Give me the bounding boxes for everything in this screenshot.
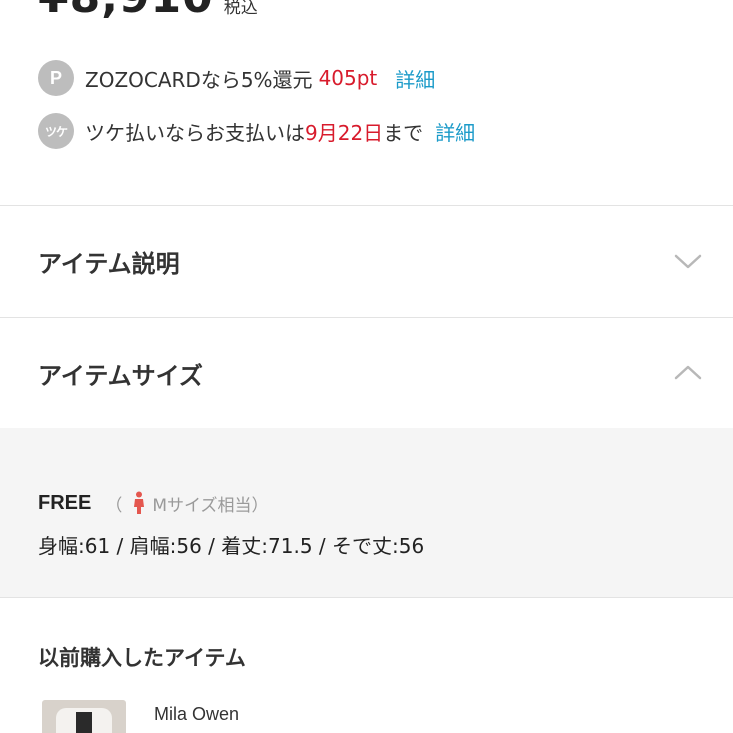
size-name: FREE — [38, 491, 92, 514]
size-equivalent: （ Mサイズ相当 ） — [105, 491, 269, 516]
accordion-title: アイテム説明 — [38, 249, 180, 278]
tax-label: 税込 — [223, 0, 258, 18]
accordion-item-description[interactable]: アイテム説明 — [0, 206, 733, 316]
item-thumbnail[interactable] — [42, 700, 126, 733]
size-measurements: 身幅:61 / 肩幅:56 / 着丈:71.5 / そで丈:56 — [38, 534, 425, 558]
tsuke-icon: ツケ — [38, 113, 74, 149]
size-panel: FREE （ Mサイズ相当 ） 身幅:61 / 肩幅:56 / 着丈:71.5 … — [0, 428, 733, 598]
person-icon — [134, 491, 145, 514]
tsuke-payment-row: ツケ ツケ払いならお支払いは 9月22日 まで 詳細 — [38, 113, 475, 149]
tsuke-date: 9月22日 — [305, 120, 384, 145]
zozocard-text: ZOZOCARDなら5%還元 — [85, 67, 313, 92]
points-detail-link[interactable]: 詳細 — [395, 64, 435, 93]
chevron-down-icon — [674, 254, 702, 269]
inner-shirt-shape — [76, 712, 92, 733]
zozocard-points-row: P ZOZOCARDなら5%還元 405pt 詳細 — [38, 60, 435, 96]
tsuke-text-after: まで — [383, 120, 424, 145]
size-equivalent-close: ） — [251, 495, 269, 516]
item-brand[interactable]: Mila Owen — [154, 704, 239, 725]
price-row: ¥8,910 税込 — [38, 0, 258, 20]
chevron-up-icon — [674, 365, 702, 380]
size-equivalent-open: （ — [105, 495, 123, 516]
previous-purchases-title: 以前購入したアイテム — [38, 646, 246, 670]
size-header: FREE （ Mサイズ相当 ） — [38, 488, 269, 518]
tsuke-detail-link[interactable]: 詳細 — [435, 117, 475, 146]
point-icon: P — [38, 60, 74, 96]
points-value: 405pt — [318, 66, 378, 90]
price: ¥8,910 — [38, 0, 214, 20]
tsuke-text: ツケ払いならお支払いは — [85, 120, 305, 145]
accordion-title: アイテムサイズ — [38, 361, 203, 390]
size-equivalent-label: Mサイズ相当 — [152, 495, 252, 516]
accordion-item-size[interactable]: アイテムサイズ — [0, 318, 733, 428]
